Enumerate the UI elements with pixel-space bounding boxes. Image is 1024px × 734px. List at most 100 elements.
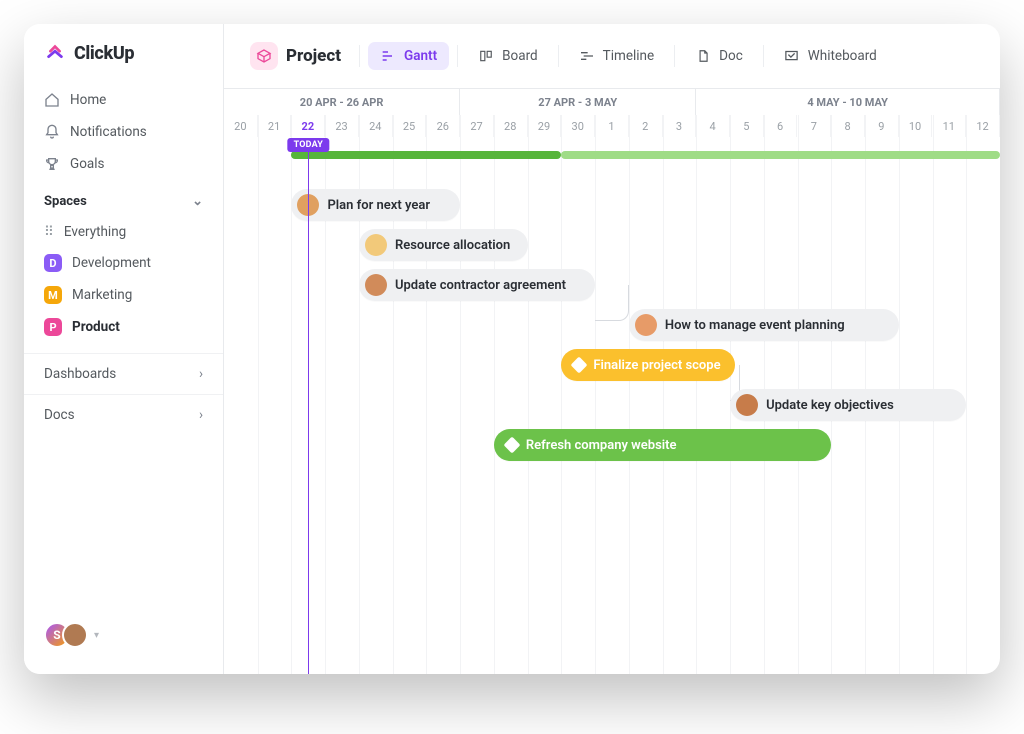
day-header: 11 [932, 115, 966, 137]
task-label: How to manage event planning [665, 318, 845, 333]
day-header: 21 [258, 115, 292, 137]
view-label: Whiteboard [808, 48, 877, 64]
avatar [635, 314, 657, 336]
separator [359, 45, 360, 67]
space-label: Product [72, 319, 120, 335]
cube-icon [250, 42, 278, 70]
space-badge: P [44, 318, 62, 336]
day-header: 1 [595, 115, 629, 137]
task-bar[interactable]: How to manage event planning [629, 309, 899, 341]
day-header: 30 [561, 115, 595, 137]
space-badge: M [44, 286, 62, 304]
avatar [736, 394, 758, 416]
view-label: Timeline [603, 48, 655, 64]
nav-goals[interactable]: Goals [24, 148, 223, 180]
day-header: 12 [966, 115, 1000, 137]
section-label: Docs [44, 407, 75, 423]
milestone-icon [571, 357, 588, 374]
presence-stack[interactable]: S ▾ [24, 622, 223, 662]
whiteboard-icon [784, 48, 800, 64]
task-label: Finalize project scope [593, 358, 720, 373]
space-badge: D [44, 254, 62, 272]
avatar [62, 622, 88, 648]
home-icon [44, 92, 60, 108]
day-header: 7 [797, 115, 831, 137]
day-header-row: 2021222324252627282930123456789101112 [224, 115, 1000, 137]
view-label: Gantt [404, 48, 437, 64]
day-header: 22 [291, 115, 325, 137]
gridline [460, 115, 461, 674]
gridline [966, 115, 967, 674]
week-header: 27 APR - 3 MAY [460, 89, 696, 115]
trophy-icon [44, 156, 60, 172]
today-indicator [308, 149, 309, 674]
day-header: 28 [494, 115, 528, 137]
space-product[interactable]: P Product [24, 311, 223, 343]
spaces-header-label: Spaces [44, 194, 87, 209]
task-bar[interactable]: Refresh company website [494, 429, 831, 461]
task-bar[interactable]: Finalize project scope [561, 349, 734, 381]
task-label: Update contractor agreement [395, 278, 566, 293]
space-label: Everything [64, 224, 126, 240]
project-title: Project [286, 46, 341, 66]
nav-docs[interactable]: Docs › [24, 394, 223, 435]
gridline [258, 115, 259, 674]
day-header: 29 [528, 115, 562, 137]
day-header: 25 [393, 115, 427, 137]
day-header: 27 [460, 115, 494, 137]
space-everything[interactable]: ⠿ Everything [24, 217, 223, 247]
avatar [365, 274, 387, 296]
week-header: 4 MAY - 10 MAY [696, 89, 1000, 115]
sidebar: ClickUp Home Notifications Goals Spaces … [24, 24, 224, 674]
view-board[interactable]: Board [466, 42, 550, 70]
gridline [494, 115, 495, 674]
overview-bar [561, 151, 1000, 159]
day-header: 9 [865, 115, 899, 137]
day-header: 8 [831, 115, 865, 137]
week-header-row: 20 APR - 26 APR27 APR - 3 MAY4 MAY - 10 … [224, 89, 1000, 115]
nav-dashboards[interactable]: Dashboards › [24, 353, 223, 394]
gridline [663, 115, 664, 674]
space-development[interactable]: D Development [24, 247, 223, 279]
project-chip[interactable]: Project [240, 36, 351, 76]
day-header: 23 [325, 115, 359, 137]
day-header: 4 [696, 115, 730, 137]
day-header: 2 [629, 115, 663, 137]
view-doc[interactable]: Doc [683, 42, 755, 70]
day-header: 3 [663, 115, 697, 137]
separator [674, 45, 675, 67]
logo[interactable]: ClickUp [24, 42, 223, 82]
view-whiteboard[interactable]: Whiteboard [772, 42, 889, 70]
space-label: Marketing [72, 287, 132, 303]
space-marketing[interactable]: M Marketing [24, 279, 223, 311]
nav-notifications[interactable]: Notifications [24, 116, 223, 148]
view-label: Board [502, 48, 538, 64]
task-label: Refresh company website [526, 438, 677, 453]
space-label: Development [72, 255, 151, 271]
task-label: Update key objectives [766, 398, 894, 413]
task-bar[interactable]: Resource allocation [359, 229, 528, 261]
day-header: 20 [224, 115, 258, 137]
chevron-right-icon: › [199, 366, 203, 382]
task-bar[interactable]: Plan for next year [291, 189, 460, 221]
view-gantt[interactable]: Gantt [368, 42, 449, 70]
toolbar: Project Gantt Board Timeline Doc [224, 24, 1000, 89]
spaces-list: ⠿ Everything D Development M Marketing P… [24, 217, 223, 343]
gantt-icon [380, 48, 396, 64]
gantt-canvas[interactable]: 20 APR - 26 APR27 APR - 3 MAY4 MAY - 10 … [224, 89, 1000, 674]
nav-home[interactable]: Home [24, 84, 223, 116]
milestone-icon [503, 437, 520, 454]
week-header: 20 APR - 26 APR [224, 89, 460, 115]
chevron-down-icon: ⌄ [192, 194, 203, 209]
separator [558, 45, 559, 67]
task-bar[interactable]: Update contractor agreement [359, 269, 595, 301]
day-header: 6 [764, 115, 798, 137]
chevron-right-icon: › [199, 407, 203, 423]
task-bar[interactable]: Update key objectives [730, 389, 966, 421]
day-header: 24 [359, 115, 393, 137]
view-timeline[interactable]: Timeline [567, 42, 667, 70]
overview-bar [291, 151, 561, 159]
spaces-header[interactable]: Spaces ⌄ [24, 182, 223, 217]
section-label: Dashboards [44, 366, 116, 382]
avatar [365, 234, 387, 256]
